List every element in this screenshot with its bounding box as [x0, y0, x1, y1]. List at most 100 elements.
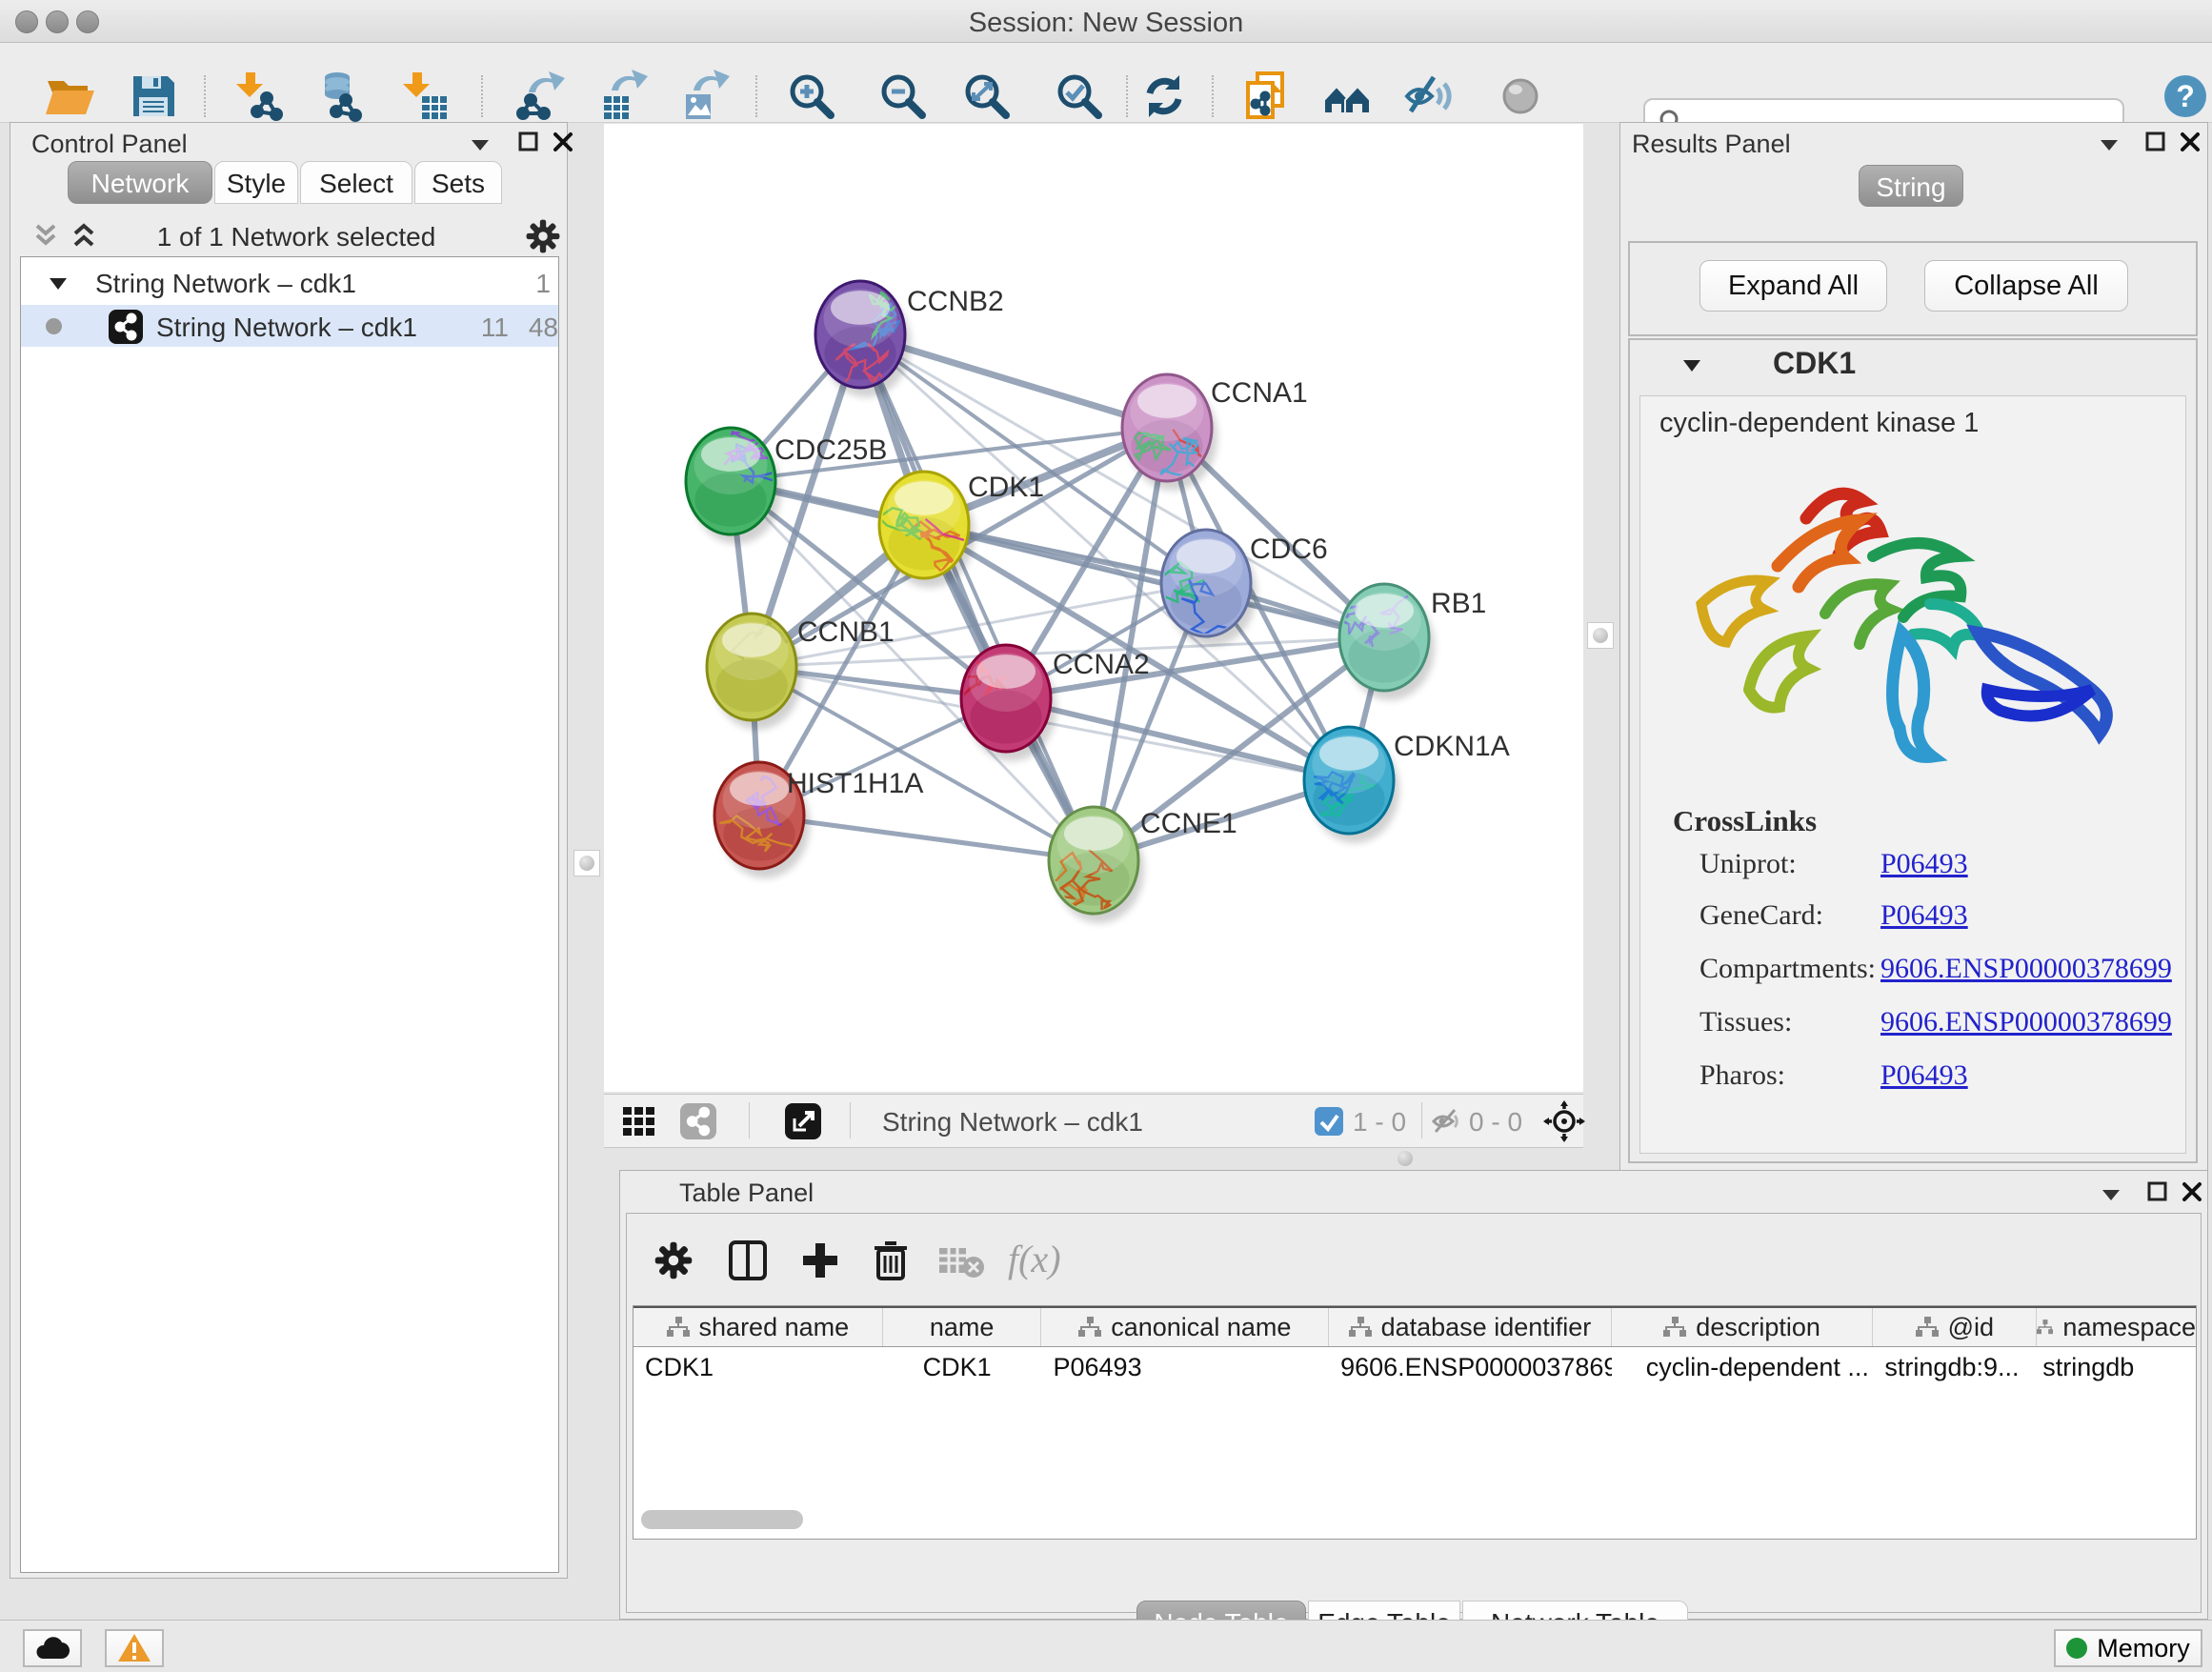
- save-session-button[interactable]: [127, 70, 180, 126]
- tab-sets[interactable]: Sets: [414, 161, 502, 204]
- column-header[interactable]: @id: [1873, 1308, 2037, 1346]
- crosslink-link[interactable]: P06493: [1880, 1059, 1968, 1092]
- enhance-hide-eye-button[interactable]: [1403, 70, 1457, 126]
- close-panel-icon[interactable]: [2181, 1180, 2203, 1206]
- collapse-panel-icon[interactable]: [2099, 1184, 2123, 1208]
- column-header[interactable]: namespace: [2037, 1308, 2196, 1346]
- network-node-RB1[interactable]: RB1: [1330, 561, 1486, 700]
- left-splitter-handle[interactable]: [573, 850, 600, 876]
- cell-description: cyclin-dependent ...: [1612, 1347, 1874, 1387]
- expand-all-networks-icon[interactable]: [70, 222, 98, 253]
- help-button[interactable]: ?: [2161, 71, 2210, 124]
- network-node-CDKN1A[interactable]: CDKN1A: [1304, 727, 1510, 843]
- node-label-HIST1H1A: HIST1H1A: [787, 768, 923, 799]
- navigate-crosshair-icon[interactable]: [1543, 1100, 1585, 1145]
- export-network-file-button[interactable]: [513, 70, 567, 126]
- table-row[interactable]: CDK1 CDK1 P06493 9606.ENSP00000378699 cy…: [633, 1347, 2196, 1387]
- network-node-CCNA1[interactable]: CCNA1: [1122, 374, 1308, 499]
- network-node-CDK1[interactable]: CDK1: [879, 472, 1045, 588]
- warning-status-button[interactable]: [105, 1629, 164, 1667]
- warning-icon: [117, 1633, 151, 1663]
- close-panel-icon[interactable]: [552, 131, 574, 156]
- gene-detail-card: cyclin-dependent kinase 1 CrossLinks: [1639, 395, 2186, 1154]
- network-row-label: String Network – cdk1: [156, 312, 417, 343]
- column-header[interactable]: database identifier: [1329, 1308, 1612, 1346]
- gene-expander-icon[interactable]: [1679, 355, 1704, 376]
- horizontal-scrollbar-thumb[interactable]: [641, 1510, 803, 1529]
- share-document-button[interactable]: [1238, 70, 1292, 126]
- crosslink-link[interactable]: P06493: [1880, 899, 1968, 932]
- collapse-all-button[interactable]: Collapse All: [1924, 260, 2128, 312]
- memory-button[interactable]: Memory: [2054, 1629, 2202, 1667]
- refresh-button[interactable]: [1137, 70, 1191, 126]
- zoom-selected-button[interactable]: [1053, 70, 1106, 126]
- network-canvas[interactable]: CCNB2CCNA1CDC25BCDK1CDC6RB1CCNB1CCNA2CDK…: [604, 124, 1583, 1092]
- node-label-CDC6: CDC6: [1250, 534, 1328, 565]
- add-column-icon[interactable]: [798, 1239, 842, 1285]
- crosslink-link[interactable]: P06493: [1880, 848, 1968, 880]
- expand-all-button[interactable]: Expand All: [1699, 260, 1887, 312]
- birdseye-view-icon[interactable]: [785, 1103, 821, 1142]
- column-header[interactable]: name: [883, 1308, 1042, 1346]
- tab-select[interactable]: Select: [300, 161, 412, 204]
- show-columns-icon[interactable]: [726, 1239, 770, 1285]
- cloud-status-button[interactable]: [23, 1629, 82, 1667]
- delete-table-icon[interactable]: [937, 1244, 985, 1281]
- string-home-button[interactable]: [1320, 70, 1374, 126]
- column-header[interactable]: description: [1612, 1308, 1874, 1346]
- network-row-selected[interactable]: String Network – cdk1 11 48: [21, 305, 558, 347]
- table-options-gear-icon[interactable]: [654, 1240, 694, 1283]
- cell-shared-name: CDK1: [633, 1347, 883, 1387]
- grid-view-icon[interactable]: [621, 1103, 657, 1142]
- import-network-file-button[interactable]: [232, 70, 286, 126]
- network-options-gear-icon[interactable]: [525, 218, 561, 257]
- node-label-CCNA2: CCNA2: [1053, 649, 1150, 680]
- function-builder-icon[interactable]: f(x): [1008, 1237, 1061, 1281]
- tab-network[interactable]: Network: [68, 161, 212, 204]
- collapse-panel-icon[interactable]: [468, 134, 493, 158]
- delete-column-icon[interactable]: [869, 1237, 913, 1285]
- import-table-file-button[interactable]: [397, 70, 451, 126]
- crosslink-link[interactable]: 9606.ENSP00000378699: [1880, 1006, 2172, 1038]
- gene-name: CDK1: [1773, 346, 1856, 381]
- node-label-CDK1: CDK1: [968, 472, 1044, 503]
- network-node-CCNB1[interactable]: CCNB1: [707, 610, 895, 730]
- float-panel-icon[interactable]: [2146, 1180, 2169, 1206]
- float-panel-icon[interactable]: [2144, 131, 2167, 156]
- export-image-button[interactable]: [678, 70, 732, 126]
- toolbar-separator: [481, 75, 483, 117]
- crosslink-row: Pharos: P06493: [1699, 1059, 1785, 1092]
- crosslink-link[interactable]: 9606.ENSP00000378699: [1880, 953, 2172, 985]
- network-node-HIST1H1A[interactable]: HIST1H1A: [714, 762, 923, 878]
- inactive-sphere-button[interactable]: [1494, 70, 1547, 126]
- collapse-all-networks-icon[interactable]: [31, 222, 60, 253]
- node-label-CDC25B: CDC25B: [774, 434, 887, 466]
- crosslinks-title: CrossLinks: [1673, 804, 1817, 838]
- network-view-share-icon[interactable]: [680, 1103, 716, 1142]
- right-splitter-handle[interactable]: [1587, 622, 1614, 649]
- table-panel: Table Panel f(x) shared name name: [619, 1170, 2208, 1620]
- float-panel-icon[interactable]: [517, 131, 540, 156]
- import-network-database-button[interactable]: [312, 70, 365, 126]
- selected-checkbox-icon[interactable]: [1315, 1107, 1343, 1138]
- tree-column-icon: [1078, 1317, 1101, 1338]
- export-table-file-button[interactable]: [596, 70, 650, 126]
- zoom-in-button[interactable]: [785, 70, 838, 126]
- network-collection-row[interactable]: String Network – cdk1 1: [21, 263, 558, 305]
- column-header[interactable]: shared name: [633, 1308, 883, 1346]
- tab-string[interactable]: String: [1859, 165, 1963, 207]
- bottom-splitter-handle[interactable]: [1393, 1146, 1418, 1171]
- zoom-fit-button[interactable]: [960, 70, 1014, 126]
- cell-name: CDK1: [883, 1347, 1042, 1387]
- collapse-panel-icon[interactable]: [2097, 134, 2122, 158]
- selected-counts: 1 - 0: [1353, 1107, 1406, 1138]
- collection-label: String Network – cdk1: [95, 269, 356, 299]
- cell-canonical-name: P06493: [1042, 1347, 1330, 1387]
- column-header[interactable]: canonical name: [1041, 1308, 1329, 1346]
- toolbar-separator: [755, 75, 757, 117]
- open-session-button[interactable]: [43, 70, 96, 126]
- close-panel-icon[interactable]: [2179, 131, 2202, 156]
- tree-expander-icon[interactable]: [48, 274, 70, 293]
- zoom-out-button[interactable]: [876, 70, 930, 126]
- tab-style[interactable]: Style: [214, 161, 298, 204]
